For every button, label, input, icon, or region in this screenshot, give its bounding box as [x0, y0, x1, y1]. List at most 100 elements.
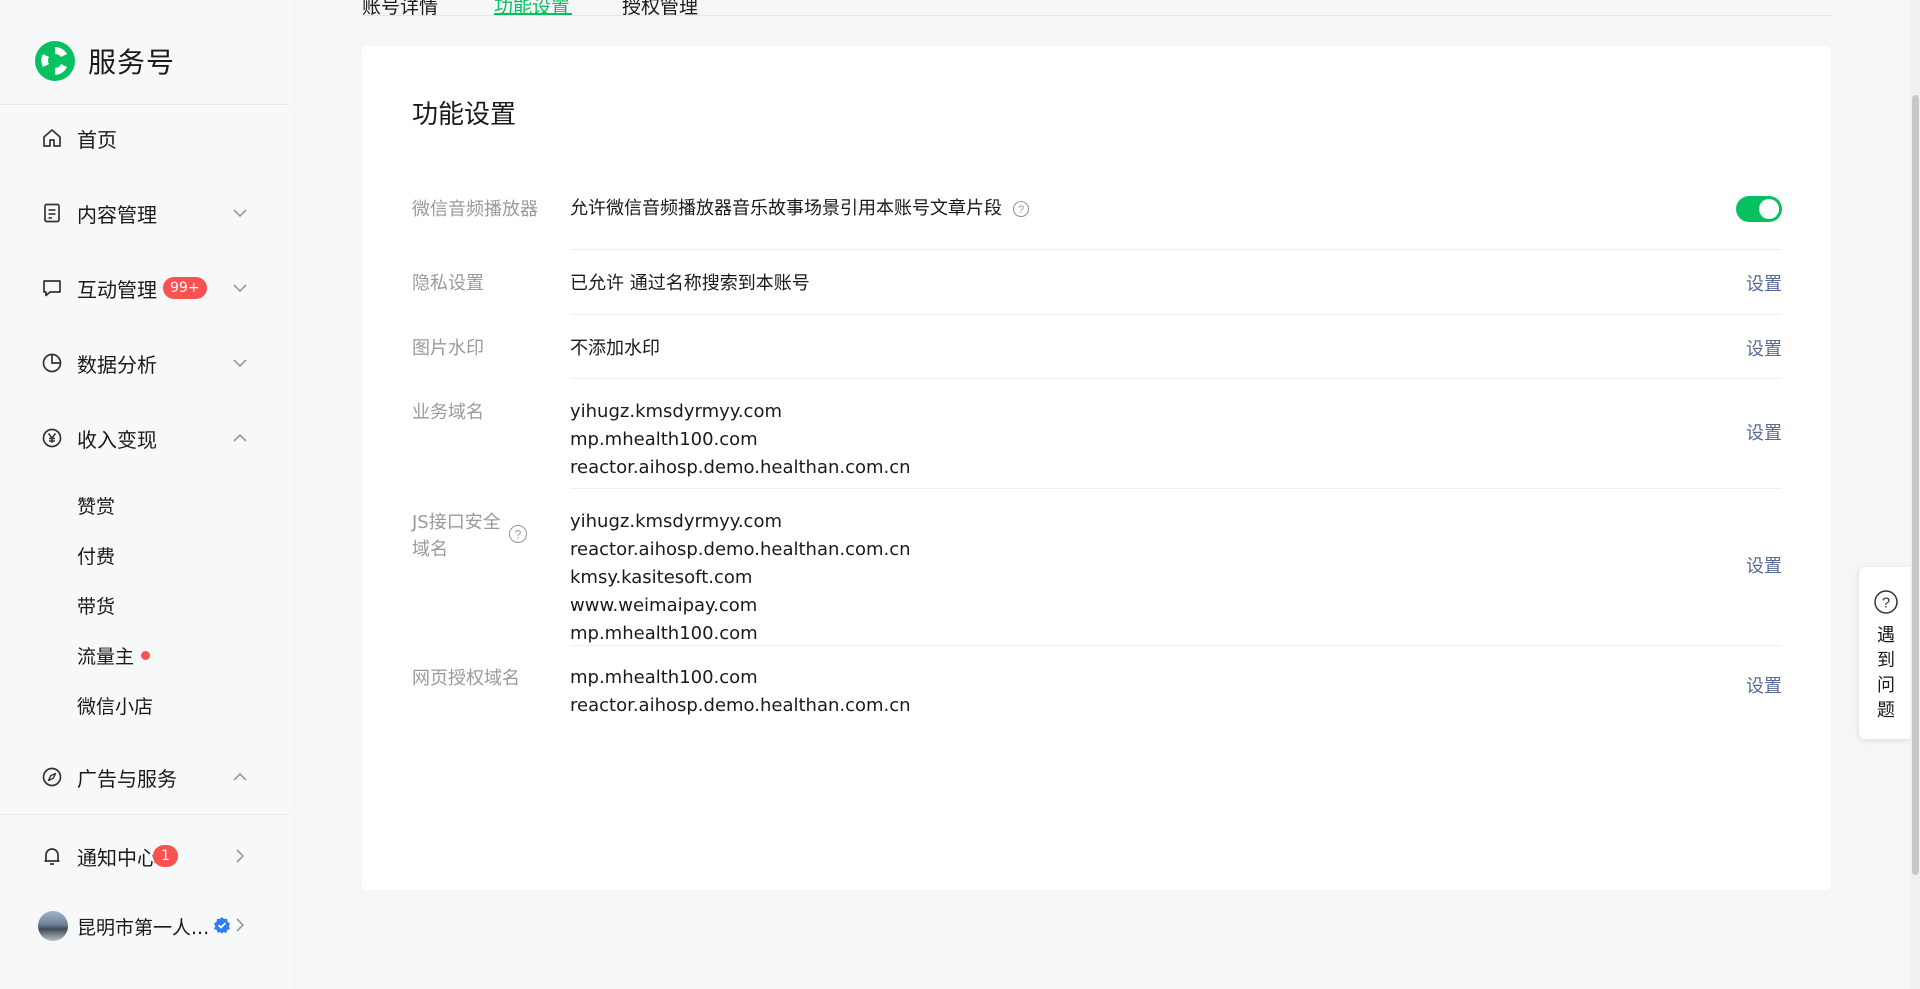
account-switcher[interactable]: 昆明市第一人... [0, 900, 290, 950]
help-float-button[interactable]: ? 遇到问题 [1859, 567, 1913, 739]
audio-player-toggle[interactable] [1736, 196, 1782, 222]
chevron-down-icon [233, 284, 247, 293]
help-float-label-char: 问 [1877, 675, 1895, 696]
help-float-label: 遇到问题 [1859, 623, 1913, 733]
sidebar-item-label: 通知中心 [77, 845, 157, 870]
domain-item: yihugz.kmsdyrmyy.com [570, 401, 783, 422]
sidebar-item-label: 互动管理 [77, 277, 157, 302]
settings-row-business-domains: 业务域名 yihugz.kmsdyrmyy.com mp.mhealth100.… [412, 379, 1782, 489]
chevron-down-icon [233, 209, 247, 218]
domain-item: mp.mhealth100.com [570, 667, 758, 688]
sidebar-item-notifications[interactable]: 通知中心 1 [0, 832, 290, 880]
settings-row-oauth-domains: 网页授权域名 mp.mhealth100.com reactor.aihosp.… [412, 646, 1782, 736]
watermark-settings-link[interactable]: 设置 [1746, 335, 1782, 361]
chevron-down-icon [233, 359, 247, 368]
sidebar: 服务号 首页 内容管理 互动管理 99+ 数据分析 收入变现 赞赏 付费 带货 … [0, 0, 290, 989]
chevron-right-icon [236, 849, 245, 863]
domain-item: yihugz.kmsdyrmyy.com [570, 511, 783, 532]
sidebar-item-label: 内容管理 [77, 202, 157, 227]
sidebar-subitem-wechat-shop[interactable]: 微信小店 [0, 685, 290, 725]
domain-item: mp.mhealth100.com [570, 429, 758, 450]
sidebar-subitem-label: 赞赏 [77, 495, 116, 518]
sidebar-subitem-traffic-owner[interactable]: 流量主 [0, 635, 290, 675]
row-label: 网页授权域名 [412, 668, 520, 689]
row-label: JS接口安全域名 [412, 512, 501, 560]
sidebar-subitem-label: 流量主 [77, 645, 135, 668]
domain-item: kmsy.kasitesoft.com [570, 567, 753, 588]
service-account-logo [35, 41, 75, 81]
row-label: 图片水印 [412, 338, 484, 359]
question-circle-icon: ? [1874, 590, 1898, 614]
help-float-label-char: 遇 [1877, 625, 1895, 646]
settings-row-js-domains: JS接口安全域名 ? yihugz.kmsdyrmyy.com reactor.… [412, 489, 1782, 646]
row-value: mp.mhealth100.com reactor.aihosp.demo.he… [570, 664, 911, 720]
settings-card: 功能设置 微信音频播放器 允许微信音频播放器音乐故事场景引用本账号文章片段 ? … [362, 46, 1831, 890]
domain-item: reactor.aihosp.demo.healthan.com.cn [570, 539, 911, 560]
sidebar-divider [0, 814, 290, 815]
brand[interactable]: 服务号 [34, 38, 175, 84]
scrollbar-thumb[interactable] [1912, 95, 1919, 875]
sidebar-item-label: 数据分析 [77, 352, 157, 377]
row-value-line: 允许微信音频播放器音乐故事场景引用本账号文章片段 [570, 198, 1002, 219]
svg-text:?: ? [1882, 595, 1890, 612]
help-icon[interactable]: ? [1012, 200, 1030, 218]
sidebar-item-label: 首页 [77, 127, 117, 152]
business-domain-settings-link[interactable]: 设置 [1746, 419, 1782, 445]
sidebar-subitem-label: 带货 [77, 595, 116, 618]
yen-icon [42, 428, 62, 448]
sidebar-divider [0, 104, 290, 105]
compass-icon [42, 767, 62, 787]
home-icon [43, 129, 61, 147]
notification-dot [141, 651, 150, 660]
pie-chart-icon [42, 353, 62, 373]
tab-feature-settings[interactable]: 功能设置 [494, 0, 570, 19]
sidebar-item-analytics[interactable]: 数据分析 [0, 339, 290, 387]
toggle-knob [1759, 199, 1779, 219]
domain-item: reactor.aihosp.demo.healthan.com.cn [570, 457, 911, 478]
sidebar-subitem-label: 付费 [77, 545, 116, 568]
help-float-label-char: 到 [1877, 650, 1895, 671]
sidebar-subitem-commerce[interactable]: 带货 [0, 585, 290, 625]
sidebar-item-label: 收入变现 [77, 427, 157, 452]
domain-item: www.weimaipay.com [570, 595, 758, 616]
settings-row-audio-player: 微信音频播放器 允许微信音频播放器音乐故事场景引用本账号文章片段 ? [412, 186, 1782, 250]
sidebar-item-ads-services[interactable]: 广告与服务 [0, 753, 290, 801]
row-label: 微信音频播放器 [412, 199, 538, 220]
tab-authorization[interactable]: 授权管理 [622, 0, 698, 19]
row-label: 隐私设置 [412, 273, 484, 294]
help-icon[interactable]: ? [508, 524, 528, 544]
row-value-line: 不添加水印 [570, 338, 660, 359]
svg-text:?: ? [515, 528, 522, 542]
svg-text:?: ? [1018, 204, 1024, 216]
oauth-domain-settings-link[interactable]: 设置 [1746, 672, 1782, 698]
row-value: yihugz.kmsdyrmyy.com mp.mhealth100.com r… [570, 398, 911, 482]
verified-badge-icon [214, 917, 230, 934]
comment-icon [43, 280, 61, 297]
page-title: 功能设置 [412, 100, 517, 130]
sidebar-subitem-reward[interactable]: 赞赏 [0, 485, 290, 525]
sidebar-item-home[interactable]: 首页 [0, 114, 290, 162]
js-domain-settings-link[interactable]: 设置 [1746, 552, 1782, 578]
settings-row-watermark: 图片水印 不添加水印 设置 [412, 315, 1782, 379]
chevron-up-icon [233, 433, 247, 442]
sidebar-item-interaction[interactable]: 互动管理 99+ [0, 264, 290, 312]
tab-account-details[interactable]: 账号详情 [362, 0, 438, 19]
document-icon [44, 203, 60, 223]
row-label: 业务域名 [412, 402, 484, 423]
tab-bar-divider [362, 15, 1832, 16]
bell-icon [44, 848, 60, 865]
sidebar-item-label: 广告与服务 [77, 766, 177, 791]
domain-item: reactor.aihosp.demo.healthan.com.cn [570, 695, 911, 716]
sidebar-item-content[interactable]: 内容管理 [0, 189, 290, 237]
avatar [38, 911, 68, 941]
notification-count-badge: 1 [153, 845, 178, 867]
sidebar-item-monetization[interactable]: 收入变现 [0, 414, 290, 462]
chevron-right-icon [236, 918, 245, 932]
settings-row-privacy: 隐私设置 已允许 通过名称搜索到本账号 设置 [412, 250, 1782, 315]
sidebar-subitem-label: 微信小店 [77, 695, 154, 718]
privacy-settings-link[interactable]: 设置 [1746, 270, 1782, 296]
chevron-up-icon [233, 772, 247, 781]
unread-badge: 99+ [163, 277, 207, 299]
sidebar-subitem-paid[interactable]: 付费 [0, 535, 290, 575]
domain-item: mp.mhealth100.com [570, 623, 758, 644]
